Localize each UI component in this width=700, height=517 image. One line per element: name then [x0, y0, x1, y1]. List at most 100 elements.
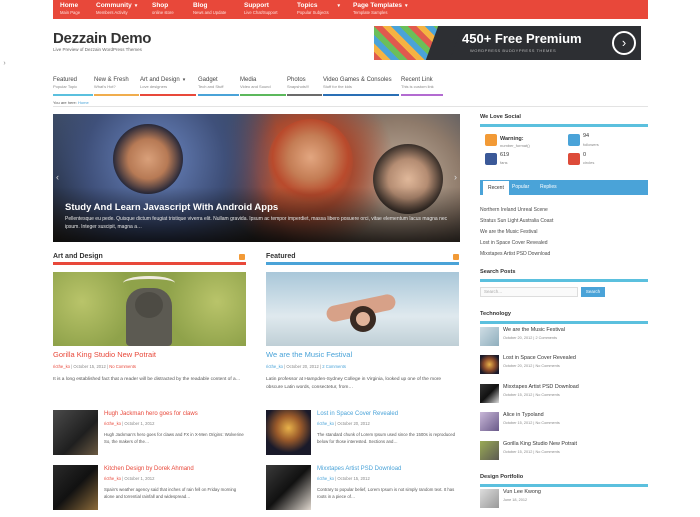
top-navigation: Home Main Page Community ▾ Members Activity… — [53, 0, 648, 19]
nav-support[interactable]: Support Live Chat/Support — [244, 2, 278, 16]
tech-post-title[interactable]: Lost in Space Cover Revealed — [503, 355, 576, 361]
recent-link[interactable]: Lost in Space Cover Revealed — [480, 240, 548, 246]
recent-link[interactable]: Northern Ireland Unreal Scene — [480, 207, 548, 213]
social-count: 619 — [500, 152, 510, 158]
tab-replies[interactable]: Replies — [535, 180, 562, 195]
post-author[interactable]: ricthe_ko — [104, 421, 121, 426]
category-color-bar — [94, 94, 139, 96]
recent-link[interactable]: Stratus Sun Light Australia Coast — [480, 218, 553, 224]
post-thumbnail[interactable] — [480, 489, 499, 508]
search-input[interactable]: Search... — [480, 287, 578, 297]
slide-title[interactable]: Study And Learn Javascript With Android … — [65, 202, 278, 213]
category-video-games[interactable]: Video Games & Consoles Stuff for the kids — [323, 77, 399, 96]
post-date: October 15, 2012 — [503, 421, 533, 425]
widget-bar — [480, 124, 648, 127]
twitter-icon[interactable] — [568, 134, 580, 146]
post-thumbnail[interactable] — [480, 355, 499, 374]
list-item-title[interactable]: Lost in Space Cover Revealed — [317, 411, 398, 417]
category-art-design[interactable]: Art and Design ▾ Love designers — [140, 77, 196, 96]
category-media[interactable]: Media Video and Sound — [240, 77, 286, 96]
nav-blog-sub: News and Update — [193, 10, 227, 15]
tech-post-title[interactable]: We are the Music Festival — [503, 327, 565, 333]
list-item-title[interactable]: Mixxtapes Artist PSD Download — [317, 466, 401, 472]
list-item-title[interactable]: Hugh Jackman hero goes for claws — [104, 411, 198, 417]
googleplus-icon[interactable] — [568, 153, 580, 165]
category-photos[interactable]: Photos Snapshots!!! — [287, 77, 322, 96]
post-author[interactable]: ricthe_ko — [317, 476, 334, 481]
arrow-right-icon[interactable]: › — [612, 31, 636, 55]
nav-page-templates[interactable]: Page Templates ▾ Template Samples — [353, 2, 408, 16]
post-author[interactable]: ricthe_ko — [317, 421, 334, 426]
slider-next-icon[interactable]: › — [454, 172, 457, 182]
facebook-icon[interactable] — [485, 153, 497, 165]
search-button[interactable]: Search — [581, 287, 605, 297]
post-title[interactable]: We are the Music Festival — [266, 350, 352, 359]
featured-slider[interactable]: ‹ › Study And Learn Javascript With Andr… — [53, 114, 460, 242]
side-panel-toggle[interactable]: › — [0, 57, 9, 70]
recent-link[interactable]: Mixxtapes Artist PSD Download — [480, 251, 550, 257]
category-gadget[interactable]: Gadget Tech and Stuff — [198, 77, 239, 96]
post-thumbnail[interactable] — [53, 410, 98, 455]
portfolio-title[interactable]: Vun Lee Kwong — [503, 489, 541, 495]
post-author[interactable]: ricthe_ko — [266, 364, 283, 369]
post-author[interactable]: ricthe_ko — [53, 364, 70, 369]
tab-popular[interactable]: Popular — [507, 180, 534, 195]
rss-icon[interactable] — [485, 134, 497, 146]
post-thumbnail[interactable] — [53, 465, 98, 510]
post-author[interactable]: ricthe_ko — [104, 476, 121, 481]
section-title-art-design[interactable]: Art and Design — [53, 253, 103, 260]
slider-prev-icon[interactable]: ‹ — [56, 172, 59, 182]
category-recent-link[interactable]: Recent Link This is custom link — [401, 77, 443, 96]
post-thumbnail[interactable] — [266, 272, 459, 346]
post-comments[interactable]: No Comments — [535, 450, 559, 454]
post-thumbnail[interactable] — [480, 327, 499, 346]
list-item-meta: ricthe_ko | October 20, 2012 — [317, 421, 370, 426]
tech-post-title[interactable]: Gorilla King Studio New Potrait — [503, 441, 577, 447]
nav-home[interactable]: Home Main Page — [60, 2, 80, 16]
post-thumbnail[interactable] — [480, 384, 499, 403]
tech-post-title[interactable]: Mixxtapes Artist PSD Download — [503, 384, 579, 390]
post-thumbnail[interactable] — [53, 272, 246, 346]
nav-blog-label: Blog — [193, 2, 208, 9]
nav-home-sub: Main Page — [60, 10, 81, 15]
post-thumbnail[interactable] — [480, 441, 499, 460]
post-comments[interactable]: No Comments — [535, 421, 559, 425]
category-color-bar — [198, 94, 239, 96]
post-date: October 1, 2012 — [124, 476, 155, 481]
nav-blog[interactable]: Blog News and Update — [193, 2, 226, 16]
post-comments[interactable]: 2 Comments — [322, 364, 346, 369]
widget-bar — [480, 321, 648, 324]
nav-topics[interactable]: Topics ▾ Popular Subjects — [297, 2, 340, 16]
post-thumbnail[interactable] — [480, 412, 499, 431]
tab-recent[interactable]: Recent — [482, 180, 510, 195]
category-sub: Love designers — [140, 84, 168, 89]
post-thumbnail[interactable] — [266, 410, 311, 455]
widget-bar — [480, 279, 648, 282]
post-comments[interactable]: No Comments — [109, 364, 136, 369]
site-title[interactable]: Dezzain Demo — [53, 30, 151, 47]
nav-shop-sub: online store — [152, 10, 174, 15]
rss-icon[interactable] — [453, 254, 459, 260]
post-comments[interactable]: 2 Comments — [535, 336, 557, 340]
post-thumbnail[interactable] — [266, 465, 311, 510]
recent-link[interactable]: We are the Music Festival — [480, 229, 537, 235]
category-new-fresh[interactable]: New & Fresh What's Hot? — [94, 77, 139, 96]
sidebar-tabs: Recent Popular Replies — [480, 180, 648, 195]
post-comments[interactable]: No Comments — [535, 393, 559, 397]
nav-templates-label: Page Templates — [353, 2, 403, 9]
category-label-wrap: Art and Design ▾ — [140, 77, 196, 84]
category-featured[interactable]: Featured Popular Topic — [53, 77, 93, 96]
nav-support-label: Support — [244, 2, 269, 9]
section-title-featured[interactable]: Featured — [266, 253, 296, 260]
nav-community[interactable]: Community ▾ Members Activity — [96, 2, 137, 16]
post-comments[interactable]: No Comments — [535, 364, 559, 368]
tech-post-title[interactable]: Alice in Typoland — [503, 412, 544, 418]
ad-banner[interactable]: 450+ Free Premium WORDPRESS BUDDYPRESS T… — [374, 26, 641, 60]
category-sub: Popular Topic — [53, 84, 78, 89]
category-label: Recent Link — [401, 77, 433, 83]
breadcrumb-home-link[interactable]: Home — [78, 100, 89, 105]
post-title[interactable]: Gorilla King Studio New Potrait — [53, 350, 156, 359]
list-item-title[interactable]: Kitchen Design by Dorek Ahmand — [104, 466, 194, 472]
rss-icon[interactable] — [239, 254, 245, 260]
nav-shop[interactable]: Shop online store — [152, 2, 174, 16]
